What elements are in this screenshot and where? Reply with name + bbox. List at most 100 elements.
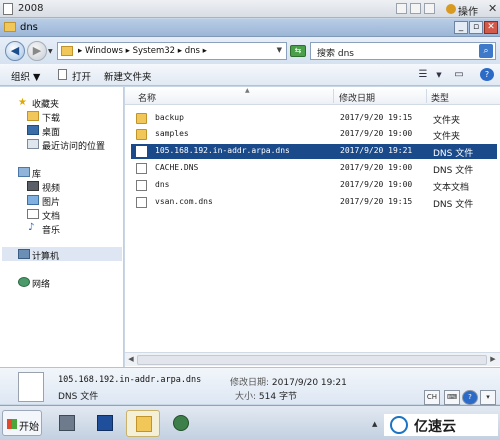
- organize-menu[interactable]: 组织 ▼: [11, 69, 40, 83]
- explorer-title-bar: dns _ ▫ ✕: [0, 19, 500, 37]
- file-type: DNS 文件: [433, 166, 474, 176]
- search-icon[interactable]: ⌕: [479, 44, 493, 58]
- details-modified-value: 2017/9/20 19:21: [271, 378, 347, 388]
- scrollbar-thumb[interactable]: [137, 355, 487, 365]
- nav-item-pictures[interactable]: 图片: [42, 195, 60, 208]
- file-preview-icon: [18, 372, 44, 402]
- vm-close-icon[interactable]: ✕: [488, 2, 497, 15]
- options-icon[interactable]: ▾: [480, 390, 496, 405]
- taskbar-explorer[interactable]: [126, 410, 160, 437]
- view-dropdown-icon[interactable]: ▼: [432, 68, 446, 81]
- column-divider[interactable]: [333, 89, 334, 103]
- server-manager-icon: [59, 415, 75, 431]
- navigation-pane: ★ 收藏夹 下载 桌面 最近访问的位置 库 视频 图片 文档 ♪ 音乐 计算机 …: [0, 87, 124, 367]
- open-button[interactable]: 打开: [72, 69, 91, 83]
- show-hidden-icons[interactable]: ▲: [372, 420, 377, 428]
- history-dropdown-icon[interactable]: ▼: [48, 48, 53, 55]
- vm-action-icon: [446, 4, 456, 14]
- horizontal-scrollbar[interactable]: ◀ ▶: [125, 352, 500, 366]
- list-item[interactable]: CACHE.DNS 2017/9/20 19:00 DNS 文件: [131, 161, 497, 176]
- nav-item-desktop[interactable]: 桌面: [42, 125, 60, 138]
- window-title: dns: [20, 22, 38, 33]
- maximize-button[interactable]: ▫: [469, 21, 483, 34]
- start-label: 开始: [19, 422, 39, 433]
- address-field[interactable]: ▸ Windows ▸ System32 ▸ dns ▸ ▼: [57, 42, 287, 60]
- file-date: 2017/9/20 19:00: [340, 129, 413, 138]
- details-size-value: 514 字节: [258, 392, 297, 402]
- folder-icon: [4, 22, 16, 32]
- brand-logo-icon: [390, 416, 408, 434]
- list-item[interactable]: backup 2017/9/20 19:15 文件夹: [131, 111, 497, 126]
- scroll-right-icon[interactable]: ▶: [488, 355, 498, 365]
- list-item[interactable]: vsan.com.dns 2017/9/20 19:15 DNS 文件: [131, 195, 497, 210]
- column-header-type[interactable]: 类型: [431, 91, 449, 104]
- taskbar-server-manager[interactable]: [50, 410, 84, 437]
- chevron-down-icon[interactable]: ▼: [277, 46, 282, 54]
- column-header-date[interactable]: 修改日期: [339, 91, 375, 104]
- list-item[interactable]: dns 2017/9/20 19:00 文本文档: [131, 178, 497, 193]
- vm-action-menu[interactable]: 操作: [458, 3, 478, 18]
- nav-item-documents[interactable]: 文档: [42, 209, 60, 222]
- forward-button[interactable]: ▶: [27, 41, 47, 61]
- start-button[interactable]: 开始: [2, 410, 42, 436]
- new-folder-button[interactable]: 新建文件夹: [104, 69, 152, 83]
- documents-library-icon: [27, 209, 39, 219]
- column-header-name[interactable]: 名称: [138, 91, 156, 104]
- vm-restore-icon[interactable]: [424, 3, 435, 14]
- nav-libraries[interactable]: 库: [32, 167, 41, 180]
- windows-logo-icon: [7, 419, 17, 429]
- details-size: 大小: 514 字节: [235, 389, 297, 402]
- list-item[interactable]: samples 2017/9/20 19:00 文件夹: [131, 127, 497, 142]
- help-icon[interactable]: ?: [480, 68, 494, 81]
- nav-item-videos[interactable]: 视频: [42, 181, 60, 194]
- taskbar-network-tool[interactable]: [164, 410, 198, 437]
- powershell-icon: [97, 415, 113, 431]
- watermark: 亿速云: [384, 414, 498, 436]
- network-tool-icon: [173, 415, 189, 431]
- file-date: 2017/9/20 19:15: [340, 197, 413, 206]
- nav-computer[interactable]: 计算机: [32, 249, 59, 262]
- minimize-button[interactable]: _: [454, 21, 468, 34]
- file-icon: [136, 197, 147, 208]
- keyboard-icon[interactable]: ⌨: [444, 390, 460, 405]
- nav-item-downloads[interactable]: 下载: [42, 111, 60, 124]
- vm-minimize-icon[interactable]: [410, 3, 421, 14]
- search-input[interactable]: 搜索 dns ⌕: [310, 42, 496, 60]
- address-toolbar: ◀ ▶ ▼ ▸ Windows ▸ System32 ▸ dns ▸ ▼ ⇆ 搜…: [0, 37, 500, 64]
- details-file-name: 105.168.192.in-addr.arpa.dns: [58, 375, 202, 385]
- scroll-left-icon[interactable]: ◀: [126, 355, 136, 365]
- open-icon: [58, 69, 67, 80]
- back-button[interactable]: ◀: [5, 41, 25, 61]
- address-path: ▸ Windows ▸ System32 ▸ dns ▸: [78, 46, 207, 56]
- file-icon: [136, 163, 147, 174]
- file-name: dns: [155, 180, 170, 189]
- nav-favorites[interactable]: 收藏夹: [32, 97, 59, 110]
- folder-icon: [136, 129, 147, 140]
- file-name: backup: [155, 113, 184, 122]
- taskbar-powershell[interactable]: [88, 410, 122, 437]
- file-icon: [136, 180, 147, 191]
- details-modified-label: 修改日期:: [230, 378, 270, 388]
- close-button[interactable]: ✕: [484, 21, 498, 34]
- refresh-button[interactable]: ⇆: [290, 45, 306, 57]
- vm-title: 2008: [18, 3, 44, 14]
- column-divider[interactable]: [426, 89, 427, 103]
- file-name: vsan.com.dns: [155, 197, 213, 206]
- nav-item-recent[interactable]: 最近访问的位置: [42, 139, 105, 152]
- view-options-icon[interactable]: ☰: [416, 68, 430, 81]
- folder-icon: [61, 46, 73, 56]
- ime-indicator[interactable]: CH: [424, 390, 440, 405]
- vm-pin-icon[interactable]: [396, 3, 407, 14]
- help-icon[interactable]: ?: [462, 390, 478, 405]
- video-library-icon: [27, 181, 39, 191]
- nav-network[interactable]: 网络: [32, 277, 50, 290]
- brand-text: 亿速云: [414, 419, 456, 435]
- file-date: 2017/9/20 19:00: [340, 163, 413, 172]
- vm-title-bar: 2008 操作 ✕: [0, 0, 500, 18]
- list-item-selected[interactable]: 105.168.192.in-addr.arpa.dns 2017/9/20 1…: [131, 144, 497, 159]
- file-date: 2017/9/20 19:21: [340, 146, 413, 155]
- search-placeholder: 搜索 dns: [317, 49, 354, 59]
- nav-item-music[interactable]: 音乐: [42, 223, 60, 236]
- preview-pane-icon[interactable]: ▭: [452, 68, 466, 81]
- file-list: ▲ 名称 修改日期 类型 backup 2017/9/20 19:15 文件夹 …: [125, 87, 500, 367]
